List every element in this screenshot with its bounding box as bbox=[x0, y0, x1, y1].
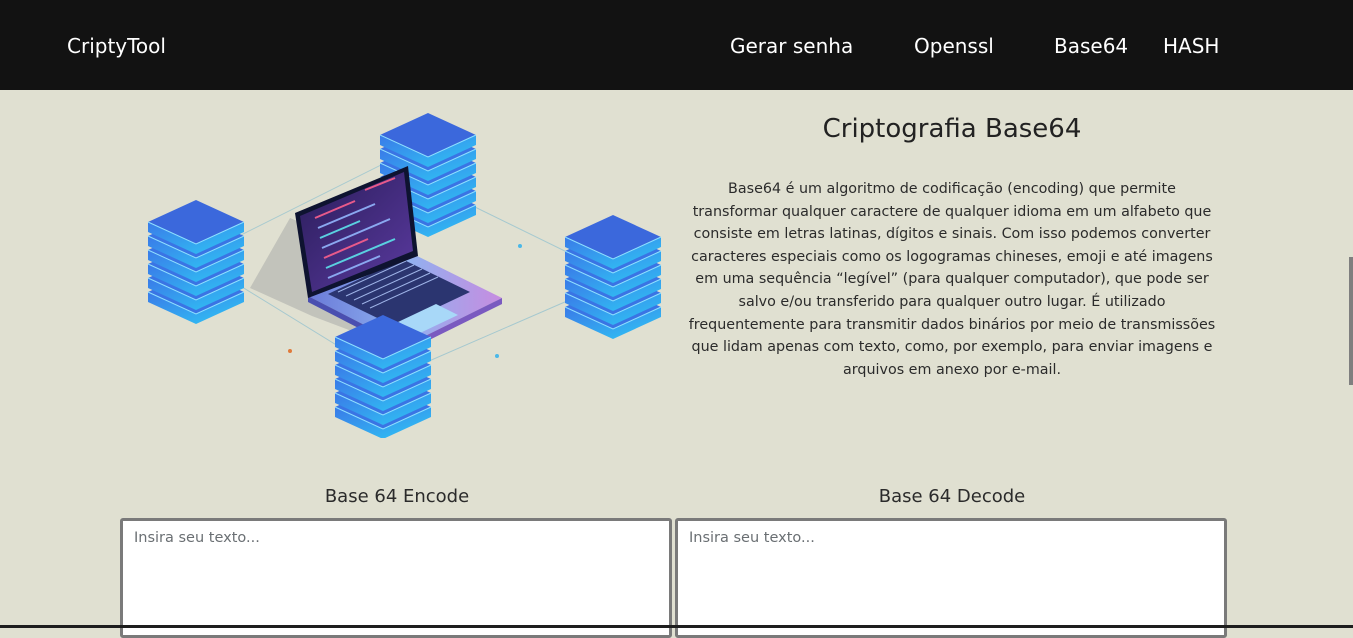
decode-input[interactable] bbox=[675, 518, 1227, 638]
nav-link-hash[interactable]: HASH bbox=[1163, 33, 1219, 59]
hero-description-line: salvo e/ou transferido para qualquer out… bbox=[738, 293, 1166, 310]
nav-link-base64[interactable]: Base64 bbox=[1054, 33, 1128, 59]
hero-description: Base64 é um algoritmo de codificação (en… bbox=[674, 178, 1230, 381]
hero-description-line: Base64 é um algoritmo de codificação (en… bbox=[728, 181, 1176, 197]
nav-link-gerar-senha[interactable]: Gerar senha bbox=[730, 33, 853, 59]
decode-label: Base 64 Decode bbox=[878, 486, 1026, 507]
page-scrollbar[interactable] bbox=[1349, 257, 1353, 385]
encode-label: Base 64 Encode bbox=[324, 486, 470, 507]
server-stack-icon bbox=[147, 200, 245, 324]
page-title: Criptografia Base64 bbox=[822, 114, 1082, 144]
encode-input[interactable] bbox=[120, 518, 672, 638]
node-dot bbox=[518, 244, 522, 248]
laptop-servers-illustration bbox=[147, 113, 662, 438]
hero-description-line: transformar qualquer caractere de qualqu… bbox=[692, 203, 1212, 220]
server-stack-icon bbox=[334, 315, 432, 438]
node-dot bbox=[288, 349, 292, 353]
hero-description-line: arquivos em anexo por e-mail. bbox=[842, 361, 1062, 378]
main-content: Criptografia Base64 Base64 é um algoritm… bbox=[0, 90, 1353, 638]
hero-description-line: que lidam apenas com texto, como, por ex… bbox=[691, 339, 1213, 356]
node-dot bbox=[495, 354, 499, 358]
navbar: CriptyTool Gerar senha Openssl Base64 HA… bbox=[0, 0, 1353, 90]
server-stack-icon bbox=[564, 215, 662, 339]
nav-link-openssl[interactable]: Openssl bbox=[914, 33, 994, 59]
hero-description-line: caracteres especiais como os logogramas … bbox=[691, 248, 1213, 265]
hero-description-line: em uma sequência “legível” (para qualque… bbox=[695, 271, 1209, 288]
hero-description-line: frequentemente para transmitir dados bin… bbox=[688, 316, 1216, 333]
brand-logo-link[interactable]: CriptyTool bbox=[67, 33, 166, 59]
hero-description-line: consiste em letras latinas, dígitos e si… bbox=[693, 226, 1211, 243]
